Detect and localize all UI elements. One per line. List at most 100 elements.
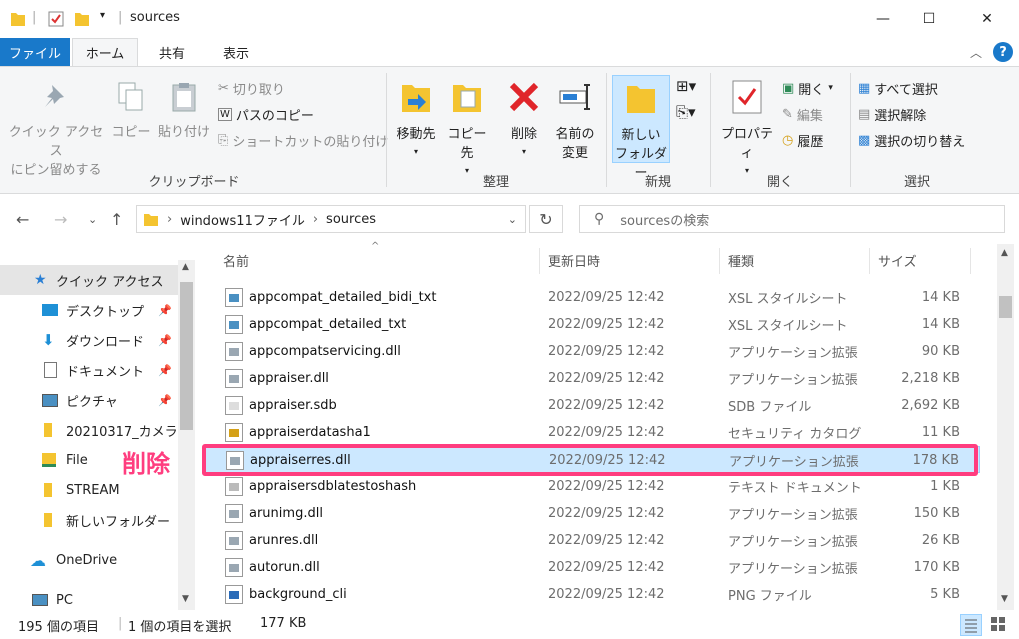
file-row[interactable]: appcompat_detailed_txt 2022/09/25 12:42 XS… bbox=[205, 311, 980, 338]
refresh-button[interactable]: ↻ bbox=[529, 205, 563, 233]
history-button[interactable]: ◷ 履歴 bbox=[782, 129, 823, 151]
scroll-down-icon[interactable]: ▼ bbox=[182, 594, 189, 604]
file-type: XSL スタイルシート bbox=[728, 292, 848, 307]
tab-share[interactable]: 共有 bbox=[146, 38, 198, 66]
move-to-button[interactable]: 移動先 ▾ bbox=[392, 79, 440, 161]
sidebar-item-folder[interactable]: 20210317_カメラ bbox=[0, 415, 178, 445]
select-all-button[interactable]: ▦ すべて選択 bbox=[858, 77, 938, 99]
file-name: autorun.dll bbox=[249, 560, 320, 575]
paste-button[interactable]: 貼り付け bbox=[156, 81, 212, 142]
recent-locations-icon[interactable]: ⌄ bbox=[88, 213, 97, 226]
file-row[interactable]: background_cli 2022/09/25 12:42 PNG ファイル 5 … bbox=[205, 581, 980, 608]
quick-access-dropdown-icon[interactable]: ▾ bbox=[100, 10, 105, 28]
file-row[interactable]: autorun.dll 2022/09/25 12:42 アプリケーション拡張 170… bbox=[205, 554, 980, 581]
divider bbox=[539, 248, 540, 274]
scrollbar-thumb[interactable] bbox=[180, 282, 193, 430]
tab-file[interactable]: ファイル bbox=[0, 38, 70, 66]
divider: | bbox=[118, 10, 123, 25]
easy-access-icon[interactable]: ⎘▾ bbox=[676, 103, 696, 121]
rename-label-1: 名前の bbox=[555, 127, 595, 142]
column-header-date[interactable]: 更新日時 bbox=[548, 244, 600, 276]
sidebar-item-desktop[interactable]: デスクトップ 📌 bbox=[0, 295, 178, 325]
sidebar-item-onedrive[interactable]: ☁ OneDrive bbox=[0, 545, 178, 575]
delete-button[interactable]: 削除 ▾ bbox=[502, 79, 546, 161]
breadcrumb-segment[interactable]: windows11ファイル bbox=[180, 210, 305, 229]
file-date: 2022/09/25 12:42 bbox=[548, 479, 665, 494]
sidebar-item-stream[interactable]: STREAM bbox=[0, 475, 178, 505]
forward-arrow-icon[interactable]: → bbox=[54, 210, 67, 229]
properties-button[interactable]: プロパティ ▾ bbox=[716, 79, 778, 180]
column-header-size[interactable]: サイズ bbox=[878, 244, 917, 276]
breadcrumb-segment[interactable]: sources bbox=[326, 212, 376, 227]
tab-home[interactable]: ホーム bbox=[72, 38, 138, 66]
open-button[interactable]: ▣ 開く ▾ bbox=[782, 77, 833, 99]
sidebar-item-label: File bbox=[66, 452, 88, 468]
select-none-button[interactable]: ▤ 選択解除 bbox=[858, 103, 926, 125]
up-arrow-icon[interactable]: ↑ bbox=[110, 210, 123, 229]
copy-to-button[interactable]: コピー先 ▾ bbox=[442, 79, 492, 180]
new-folder-quick-icon[interactable] bbox=[74, 10, 90, 28]
path-icon: W bbox=[218, 107, 232, 121]
sidebar-item-pictures[interactable]: ピクチャ 📌 bbox=[0, 385, 178, 415]
scroll-up-icon[interactable]: ▲ bbox=[1001, 248, 1008, 258]
file-size: 2,692 KB bbox=[901, 398, 960, 413]
paste-shortcut-button[interactable]: ⎘ ショートカットの貼り付け bbox=[218, 129, 388, 151]
file-type: テキスト ドキュメント bbox=[728, 481, 862, 496]
copy-to-label: コピー先 bbox=[447, 127, 487, 161]
copy-button[interactable]: コピー bbox=[110, 81, 152, 142]
file-row[interactable]: appcompat_detailed_bidi_txt 2022/09/25 12… bbox=[205, 284, 980, 311]
scrollbar-thumb[interactable] bbox=[999, 296, 1012, 318]
tab-view[interactable]: 表示 bbox=[210, 38, 262, 66]
new-item-icon[interactable]: ⊞▾ bbox=[676, 77, 696, 95]
file-row[interactable]: arunres.dll 2022/09/25 12:42 アプリケーション拡張 26 … bbox=[205, 527, 980, 554]
file-row[interactable]: appraisersdblatestoshash 2022/09/25 12:42… bbox=[205, 473, 980, 500]
minimize-button[interactable]: — bbox=[860, 0, 906, 38]
edit-button[interactable]: ✎ 編集 bbox=[782, 103, 823, 125]
sidebar-item-new-folder[interactable]: 新しいフォルダー bbox=[0, 505, 178, 535]
scroll-down-icon[interactable]: ▼ bbox=[1001, 594, 1008, 604]
sidebar-scrollbar[interactable]: ▲ ▼ bbox=[178, 260, 195, 610]
file-row[interactable]: appcompatservicing.dll 2022/09/25 12:42 アプ… bbox=[205, 338, 980, 365]
select-all-icon: ▦ bbox=[858, 80, 871, 96]
sidebar-item-documents[interactable]: ドキュメント 📌 bbox=[0, 355, 178, 385]
properties-quick-icon[interactable] bbox=[48, 10, 64, 28]
chevron-up-icon[interactable]: ︿ bbox=[970, 44, 982, 61]
maximize-button[interactable]: ☐ bbox=[906, 0, 952, 38]
copy-path-label: パスのコピー bbox=[235, 108, 314, 124]
text-icon bbox=[225, 477, 243, 496]
invert-selection-button[interactable]: ▩ 選択の切り替え bbox=[858, 129, 965, 151]
search-input[interactable]: ⚲ sourcesの検索 bbox=[579, 205, 1005, 233]
file-row[interactable]: appraiser.sdb 2022/09/25 12:42 SDB ファイル 2,6… bbox=[205, 392, 980, 419]
selection-count: 1 個の項目を選択 bbox=[128, 620, 232, 635]
dll-icon bbox=[225, 558, 243, 577]
divider bbox=[970, 248, 971, 274]
pin-quick-access-button[interactable]: クイック アクセス にピン留めする bbox=[6, 81, 106, 180]
document-icon bbox=[44, 362, 57, 378]
address-row: ← → ⌄ ↑ › windows11ファイル › sources ⌄ ↻ ⚲ … bbox=[0, 194, 1019, 244]
rename-button[interactable]: 名前の 変更 bbox=[550, 79, 600, 163]
file-list-scrollbar[interactable]: ▲ ▼ bbox=[997, 244, 1014, 610]
address-bar[interactable]: › windows11ファイル › sources ⌄ bbox=[136, 205, 526, 233]
close-button[interactable]: ✕ bbox=[964, 0, 1010, 38]
copy-path-button[interactable]: W パスのコピー bbox=[218, 103, 314, 125]
scroll-up-icon[interactable]: ▲ bbox=[182, 262, 189, 272]
back-arrow-icon[interactable]: ← bbox=[16, 210, 29, 229]
pin-icon: 📌 bbox=[158, 363, 172, 377]
large-icons-view-button[interactable] bbox=[988, 614, 1010, 636]
column-header-type[interactable]: 種類 bbox=[728, 244, 754, 276]
column-header-name[interactable]: 名前 bbox=[223, 244, 249, 276]
new-folder-button[interactable]: 新しい フォルダー bbox=[612, 75, 670, 181]
chevron-right-icon: › bbox=[167, 211, 173, 227]
select-none-icon: ▤ bbox=[858, 106, 871, 122]
search-icon: ⚲ bbox=[594, 211, 605, 227]
sidebar-item-downloads[interactable]: ⬇ ダウンロード 📌 bbox=[0, 325, 178, 355]
file-row[interactable]: appraiser.dll 2022/09/25 12:42 アプリケーション拡張 2… bbox=[205, 365, 980, 392]
sidebar-item-quick-access[interactable]: ★ クイック アクセス bbox=[0, 265, 178, 295]
file-row[interactable]: appraiserdatasha1 2022/09/25 12:42 セキュリティ … bbox=[205, 419, 980, 446]
chevron-down-icon[interactable]: ⌄ bbox=[508, 213, 517, 226]
details-view-button[interactable] bbox=[960, 614, 982, 636]
file-row[interactable]: arunimg.dll 2022/09/25 12:42 アプリケーション拡張 150… bbox=[205, 500, 980, 527]
help-icon[interactable]: ? bbox=[993, 42, 1013, 62]
cut-button[interactable]: ✂ 切り取り bbox=[218, 77, 285, 99]
file-size: 5 KB bbox=[930, 587, 960, 602]
